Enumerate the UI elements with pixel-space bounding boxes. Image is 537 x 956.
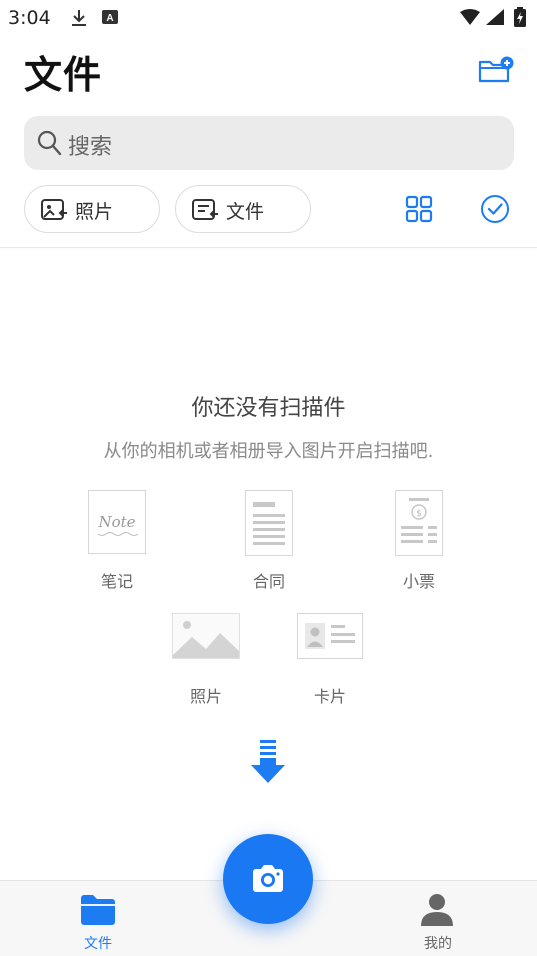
photo-thumbnail (172, 613, 240, 663)
nav-item-files[interactable]: 文件 (48, 881, 148, 956)
svg-text:A: A (106, 13, 113, 24)
file-import-icon (191, 197, 219, 227)
download-icon (70, 8, 88, 32)
folder-icon (80, 893, 116, 929)
empty-state-subtitle: 从你的相机或者相册导入图片开启扫描吧. (103, 441, 434, 462)
filter-chip-photo-label: 照片 (75, 201, 114, 223)
wifi-icon (460, 9, 480, 29)
page-title: 文件 (24, 53, 103, 97)
grid-view-icon (405, 195, 433, 223)
camera-icon (250, 864, 286, 898)
check-circle-icon (481, 195, 509, 223)
search-bar[interactable]: 搜索 (24, 116, 514, 170)
grid-view-button[interactable] (405, 195, 433, 223)
search-input[interactable]: 搜索 (68, 129, 112, 161)
select-mode-button[interactable] (480, 194, 510, 224)
camera-button[interactable] (223, 834, 313, 924)
card-thumbnail (297, 613, 363, 663)
nav-me-label: 我的 (424, 936, 452, 952)
person-icon (420, 893, 454, 931)
contract-thumbnail (245, 490, 293, 560)
signal-icon (486, 9, 504, 29)
nav-files-label: 文件 (84, 936, 112, 952)
svg-text:$: $ (416, 509, 422, 519)
status-bar: 3:04 A (0, 0, 537, 36)
doc-type-receipt-label: 小票 (402, 572, 435, 591)
doc-type-note-label: 笔记 (100, 572, 133, 591)
search-icon (36, 129, 62, 161)
nav-item-me[interactable]: 我的 (388, 881, 488, 956)
battery-charging-icon (514, 7, 526, 31)
header-divider (0, 247, 537, 248)
photo-import-icon (40, 197, 68, 227)
receipt-thumbnail: $ (395, 490, 443, 560)
filter-chip-photo[interactable]: 照片 (24, 185, 160, 233)
arrow-down-icon (250, 740, 286, 784)
doc-type-contract-label: 合同 (252, 572, 285, 591)
filter-chip-file[interactable]: 文件 (175, 185, 311, 233)
status-time: 3:04 (8, 7, 51, 29)
a-badge-icon: A (101, 8, 119, 30)
empty-state-title: 你还没有扫描件 (191, 396, 346, 421)
doc-type-card-label: 卡片 (313, 687, 346, 706)
doc-type-photo-label: 照片 (189, 687, 222, 706)
note-thumb-text: Note (97, 513, 135, 531)
note-thumbnail: Note (88, 490, 146, 558)
folder-plus-icon (478, 56, 514, 83)
new-folder-button[interactable] (476, 54, 516, 86)
filter-chip-file-label: 文件 (226, 201, 265, 223)
